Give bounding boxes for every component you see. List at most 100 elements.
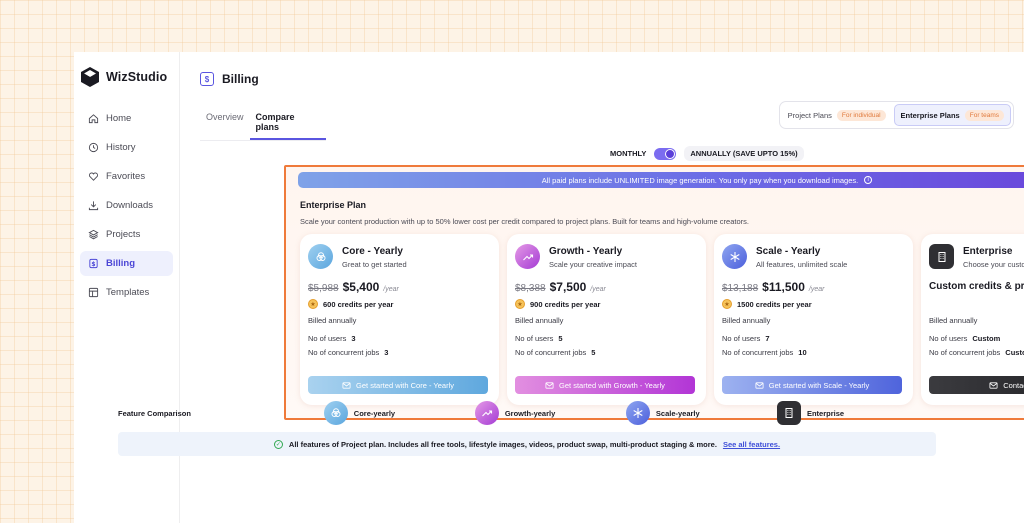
plan-name: Enterprise: [963, 246, 1013, 257]
sidebar-item-history[interactable]: History: [80, 135, 173, 160]
jobs-value: Custom: [1005, 348, 1024, 357]
enterprise-plan-icon: [929, 244, 954, 269]
button-label: Contact sales: [1003, 380, 1024, 390]
fc-col-label: Scale-yearly: [655, 408, 700, 418]
monthly-label[interactable]: MONTHLY: [610, 149, 646, 158]
jobs-value: 10: [798, 348, 807, 357]
rings-icon: [316, 251, 325, 261]
sidebar-item-label: History: [106, 142, 136, 153]
billed-text: Billed annually: [722, 316, 771, 325]
billing-cycle-toggle[interactable]: [654, 147, 677, 160]
billed-text: Billed annually: [515, 316, 564, 325]
growth-plan-icon: [474, 401, 499, 425]
plan-type-switch: Project Plans For individual Enterprise …: [778, 101, 1014, 129]
fc-col-core: Core-yearly: [323, 401, 475, 425]
info-icon[interactable]: i: [864, 176, 873, 184]
users-value: 3: [351, 334, 356, 343]
coin-icon: ★: [515, 299, 525, 309]
enterprise-plans-option[interactable]: Enterprise Plans For teams: [893, 104, 1011, 126]
jobs-label: No of concurrent jobs: [722, 348, 794, 357]
contact-sales-button[interactable]: Contact sales: [929, 376, 1024, 394]
get-started-growth-button[interactable]: Get started with Growth - Yearly: [515, 376, 695, 394]
check-circle-icon: ✓: [273, 439, 283, 449]
mail-icon: [342, 381, 351, 389]
users-value: Custom: [972, 334, 1001, 343]
users-value: 7: [765, 334, 770, 343]
plan-name: Scale - Yearly: [756, 246, 821, 257]
credits-text: 600 credits per year: [323, 299, 394, 309]
billing-cycle-toggle-group: MONTHLY ANNUALLY (SAVE UPTO 15%): [610, 146, 804, 161]
users-label: No of users: [515, 334, 554, 343]
jobs-label: No of concurrent jobs: [515, 348, 587, 357]
users-stat: No of users 5: [515, 334, 563, 343]
sidebar-item-billing[interactable]: $ Billing: [80, 251, 173, 276]
plan-tagline: Scale your creative impact: [549, 260, 637, 269]
project-plans-label: Project Plans: [787, 110, 832, 120]
template-icon: [88, 287, 99, 298]
new-price: $5,400: [342, 280, 380, 294]
plan-cards: Core - Yearly Great to get started $5,98…: [300, 234, 1024, 405]
old-price: $13,188: [722, 283, 759, 294]
enterprise-plan-icon: [776, 401, 801, 425]
cube-logo-icon: [81, 67, 99, 87]
coin-icon: ★: [308, 299, 318, 309]
credits-text: 900 credits per year: [530, 299, 601, 309]
sidebar-item-label: Home: [106, 113, 132, 124]
get-started-core-button[interactable]: Get started with Core - Yearly: [308, 376, 488, 394]
users-value: 5: [558, 334, 563, 343]
old-price: $5,988: [308, 283, 339, 294]
users-stat: No of users Custom: [929, 334, 1000, 343]
project-plans-option[interactable]: Project Plans For individual: [782, 104, 892, 126]
fc-col-enterprise: Enterprise: [776, 401, 928, 425]
feature-comparison-title: Feature Comparison: [118, 408, 191, 418]
plan-card-enterprise: Enterprise Choose your custom plan Custo…: [921, 234, 1024, 405]
building-icon: [785, 408, 793, 418]
billed-text: Billed annually: [308, 316, 357, 325]
project-plans-pill: For individual: [836, 109, 886, 121]
plan-tagline: Choose your custom plan: [963, 260, 1024, 269]
fc-col-label: Core-yearly: [353, 408, 396, 418]
jobs-stat: No of concurrent jobs 3: [308, 348, 388, 357]
banner-text: All paid plans include UNLIMITED image g…: [541, 175, 859, 185]
page-title: Billing: [222, 72, 259, 86]
billed-text: Billed annually: [929, 316, 978, 325]
snowflake-icon: [729, 251, 740, 262]
mail-icon: [545, 381, 554, 389]
tab-compare-plans[interactable]: Compare plans: [249, 110, 326, 140]
see-all-features-link[interactable]: See all features.: [723, 440, 780, 449]
rings-icon: [331, 408, 341, 417]
price-period: /year: [590, 286, 606, 293]
jobs-stat: No of concurrent jobs Custom: [929, 348, 1024, 357]
tab-overview[interactable]: Overview: [200, 110, 250, 140]
heart-icon: [88, 172, 99, 181]
plan-card-core: Core - Yearly Great to get started $5,98…: [300, 234, 499, 405]
trend-up-icon: [522, 253, 533, 260]
button-label: Get started with Growth - Yearly: [559, 380, 665, 390]
sidebar-item-projects[interactable]: Projects: [80, 222, 173, 247]
snowflake-icon: [633, 408, 643, 418]
sidebar-item-favorites[interactable]: Favorites: [80, 164, 173, 189]
growth-plan-icon: [515, 244, 540, 269]
annually-label[interactable]: ANNUALLY (SAVE UPTO 15%): [684, 146, 804, 161]
billing-icon: $: [200, 72, 214, 86]
mail-icon: [989, 381, 998, 389]
get-started-scale-button[interactable]: Get started with Scale - Yearly: [722, 376, 902, 394]
brand-logo[interactable]: WizStudio: [80, 66, 173, 88]
sidebar-item-templates[interactable]: Templates: [80, 280, 173, 305]
sidebar-item-label: Billing: [106, 258, 136, 269]
sidebar-item-downloads[interactable]: Downloads: [80, 193, 173, 218]
sidebar-item-home[interactable]: Home: [80, 106, 173, 131]
users-label: No of users: [308, 334, 347, 343]
enterprise-plan-description: Scale your content production with up to…: [300, 217, 749, 226]
plan-credits: ★ 600 credits per year: [308, 299, 393, 309]
plan-credits: ★ 1500 credits per year: [722, 299, 812, 309]
scale-plan-icon: [722, 244, 747, 269]
core-plan-icon: [323, 401, 348, 425]
building-icon: [938, 251, 945, 262]
plan-tagline: Great to get started: [342, 260, 407, 269]
mail-icon: [755, 381, 764, 389]
fc-col-scale: Scale-yearly: [625, 401, 777, 425]
plan-price: $5,988 $5,400 /year: [308, 280, 399, 294]
users-label: No of users: [722, 334, 761, 343]
enterprise-plans-section: All paid plans include UNLIMITED image g…: [284, 165, 1024, 420]
